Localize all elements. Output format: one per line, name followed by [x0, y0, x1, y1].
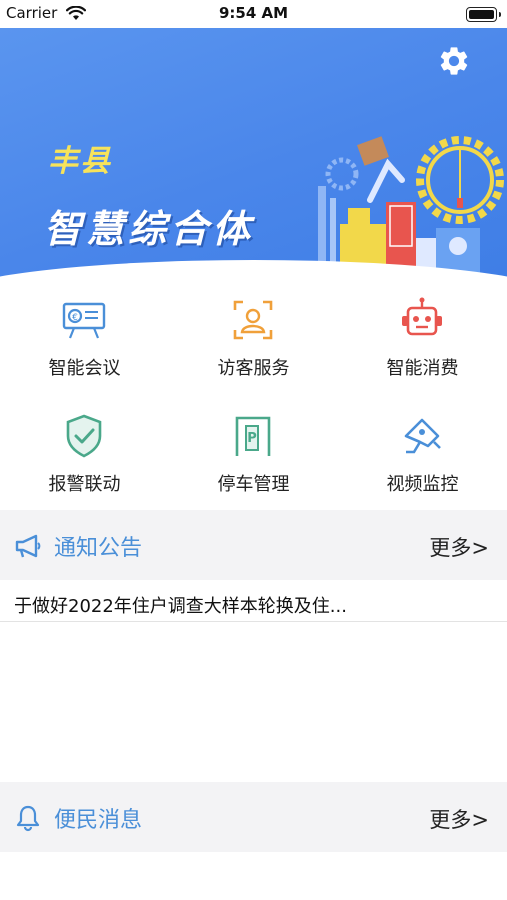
convenience-section-header: 便民消息 更多> — [0, 782, 507, 852]
megaphone-icon — [15, 534, 41, 558]
parking-gate-icon: P — [235, 416, 271, 456]
bell-icon — [16, 805, 40, 832]
camera-icon — [404, 418, 441, 454]
grid-item-parking[interactable]: P 停车管理 — [169, 406, 338, 506]
battery-icon — [466, 7, 501, 22]
notice-list-item[interactable]: 于做好2022年住户调查大样本轮换及住... — [0, 580, 507, 622]
projector-screen-icon: € — [62, 302, 106, 339]
visitor-badge-icon — [233, 300, 273, 340]
clock: 9:54 AM — [218, 4, 289, 22]
gear-icon[interactable] — [437, 44, 471, 78]
convenience-more-link[interactable]: 更多> — [429, 804, 489, 834]
shield-check-icon — [66, 414, 102, 458]
robot-icon — [402, 297, 442, 336]
notice-section-title: 通知公告 — [54, 536, 143, 561]
convenience-section-title: 便民消息 — [54, 808, 143, 833]
status-bar: Carrier 9:54 AM — [0, 0, 507, 28]
grid-item-label: 报警联动 — [48, 474, 121, 495]
grid-item-label: 访客服务 — [217, 358, 290, 379]
grid-item-label: 智能消费 — [386, 358, 459, 379]
grid-item-alarm[interactable]: 报警联动 — [0, 406, 169, 506]
feature-grid: € 智能会议 访客服务 智能消费 报警联动 P 停车管理 视频监控 — [0, 290, 507, 505]
grid-item-meeting[interactable]: € 智能会议 — [0, 290, 169, 390]
grid-item-video[interactable]: 视频监控 — [338, 406, 507, 506]
grid-item-label: 停车管理 — [217, 474, 290, 495]
notice-section-header: 通知公告 更多> — [0, 510, 507, 580]
hero-banner: 丰县 智慧综合体 — [0, 28, 507, 278]
factory-illustration — [318, 136, 504, 278]
grid-item-label: 视频监控 — [386, 474, 459, 495]
grid-item-visitor[interactable]: 访客服务 — [169, 290, 338, 390]
notice-item-text: 于做好2022年住户调查大样本轮换及住... — [14, 596, 347, 617]
notice-more-link[interactable]: 更多> — [429, 532, 489, 562]
grid-item-consumption[interactable]: 智能消费 — [338, 290, 507, 390]
grid-item-label: 智能会议 — [48, 358, 121, 379]
brand-title: 智慧综合体 — [44, 207, 255, 251]
svg-text:P: P — [247, 431, 257, 446]
svg-text:€: € — [72, 313, 78, 323]
brand-subtitle: 丰县 — [48, 144, 112, 179]
